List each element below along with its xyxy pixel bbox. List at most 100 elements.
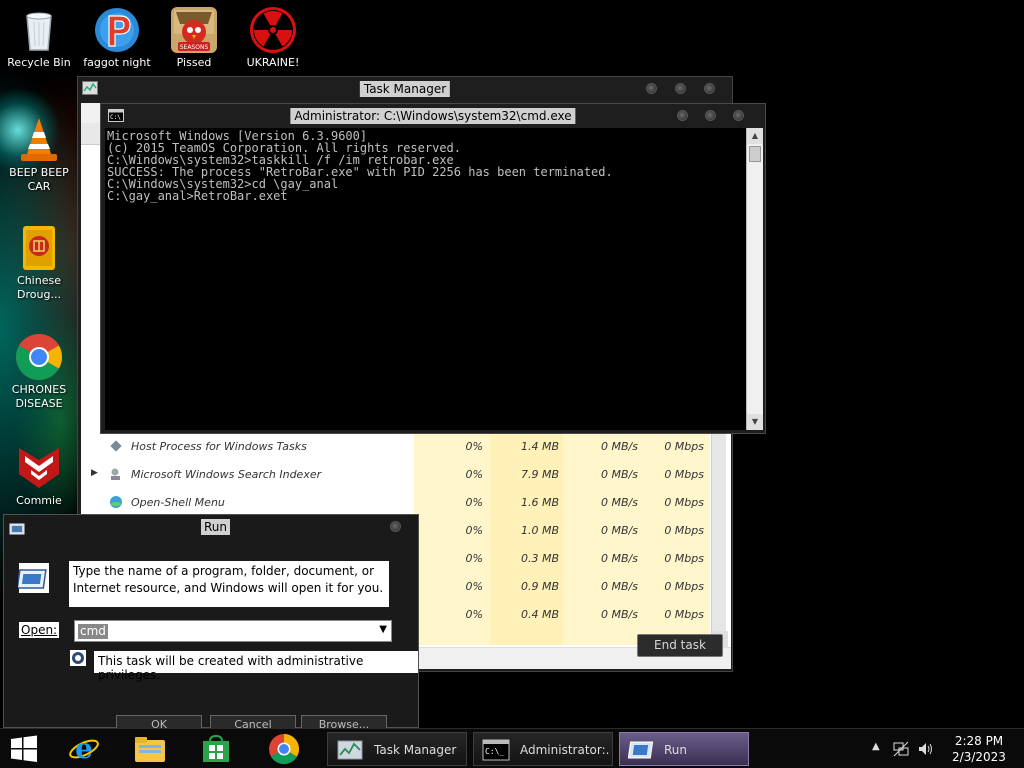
memory-cell: 0.4 MB <box>520 608 559 621</box>
network-cell: 0 Mbps <box>664 580 704 593</box>
open-combobox[interactable]: cmd ▼ <box>74 620 392 642</box>
network-cell: 0 Mbps <box>664 608 704 621</box>
disk-cell: 0 MB/s <box>601 468 638 481</box>
table-row[interactable]: Host Process for Windows Tasks 0% 1.4 MB… <box>81 433 711 461</box>
cpu-cell: 0% <box>465 496 483 509</box>
run-description: Type the name of a program, folder, docu… <box>69 561 389 607</box>
desktop-icon-recycle-bin[interactable]: Recycle Bin <box>0 6 78 70</box>
taskbar-pin-file-explorer[interactable] <box>130 733 170 765</box>
cmd-app-icon: C:\ <box>108 109 124 122</box>
taskbar-clock[interactable]: 2:28 PM 2/3/2023 <box>944 733 1014 765</box>
close-button[interactable] <box>390 521 401 532</box>
cmd-title: Administrator: C:\Windows\system32\cmd.e… <box>290 108 576 124</box>
desktop-icon-label: Pissed <box>176 56 212 69</box>
vlc-cone-icon <box>15 116 63 164</box>
tray-overflow-chevron-icon[interactable]: ▲ <box>872 741 880 768</box>
close-button[interactable] <box>704 83 715 94</box>
taskbar-pin-internet-explorer[interactable]: e <box>64 733 104 765</box>
taskbar-task-task-manager[interactable]: Task Manager <box>327 732 467 766</box>
cmd-icon: C:\_ <box>482 739 510 761</box>
desktop-icon-label: faggot night <box>83 56 151 69</box>
desktop-icon-commie[interactable]: Commie <box>0 444 78 508</box>
cpu-cell: 0% <box>465 440 483 453</box>
memory-cell: 7.9 MB <box>520 468 559 481</box>
browse-button[interactable]: Browse... <box>301 715 387 729</box>
taskbar-task-cmd[interactable]: C:\_ Administrator:... <box>473 732 613 766</box>
commie-emblem-icon <box>15 444 63 492</box>
desktop-icon-faggot-night[interactable]: faggot night <box>78 6 156 70</box>
memory-cell: 1.6 MB <box>520 496 559 509</box>
cpu-cell: 0% <box>465 608 483 621</box>
taskbar-task-label: Task Manager <box>374 743 457 757</box>
open-input-value[interactable]: cmd <box>78 624 108 639</box>
task-manager-icon <box>336 739 364 761</box>
run-icon <box>627 739 656 761</box>
run-program-icon <box>16 562 50 594</box>
cmd-scrollbar[interactable]: ▲ ▼ <box>746 128 763 430</box>
windows-logo-icon <box>11 735 37 762</box>
memory-cell: 1.4 MB <box>520 440 559 453</box>
close-button[interactable] <box>733 110 744 121</box>
process-name: Microsoft Windows Search Indexer <box>131 468 322 481</box>
memory-cell: 0.3 MB <box>520 552 559 565</box>
dropdown-arrow-icon[interactable]: ▼ <box>379 624 387 635</box>
internet-explorer-icon: e <box>69 733 99 765</box>
svg-text:SEASONS: SEASONS <box>180 44 209 51</box>
svg-text:C:\: C:\ <box>110 114 121 121</box>
run-app-icon <box>9 520 25 535</box>
process-name: Host Process for Windows Tasks <box>131 440 307 453</box>
cmd-console-output[interactable]: Microsoft Windows [Version 6.3.9600] (c) … <box>105 128 746 430</box>
network-icon[interactable] <box>893 741 909 757</box>
chrome-icon <box>269 734 300 765</box>
table-row[interactable]: ▶ Microsoft Windows Search Indexer 0% 7.… <box>81 461 711 489</box>
p-logo-icon <box>93 6 141 54</box>
desktop-icon-label: Chinese Droug... <box>17 274 61 301</box>
expand-arrow-icon[interactable]: ▶ <box>91 468 98 478</box>
run-dialog[interactable]: Run Type the name of a program, folder, … <box>3 514 419 729</box>
taskbar-pin-chrome[interactable] <box>264 733 304 765</box>
task-manager-app-icon <box>82 81 98 95</box>
cancel-button[interactable]: Cancel <box>210 715 296 729</box>
scroll-up-arrow-icon[interactable]: ▲ <box>747 128 763 144</box>
cpu-cell: 0% <box>465 580 483 593</box>
shield-icon <box>70 650 86 666</box>
cmd-window[interactable]: C:\ Administrator: C:\Windows\system32\c… <box>100 103 766 434</box>
network-cell: 0 Mbps <box>664 524 704 537</box>
taskbar-pin-store[interactable] <box>196 733 236 765</box>
desktop-icon-label: BEEP BEEP CAR <box>9 166 69 193</box>
network-cell: 0 Mbps <box>664 468 704 481</box>
maximize-button[interactable] <box>705 110 716 121</box>
minimize-button[interactable] <box>646 83 657 94</box>
disk-cell: 0 MB/s <box>601 496 638 509</box>
minimize-button[interactable] <box>677 110 688 121</box>
desktop-icon-label: Recycle Bin <box>7 56 71 69</box>
maximize-button[interactable] <box>675 83 686 94</box>
desktop-icon-beep-beep-car[interactable]: BEEP BEEP CAR <box>0 116 78 194</box>
cpu-cell: 0% <box>465 552 483 565</box>
angry-bird-seasons-icon: SEASONS <box>170 6 218 54</box>
radiation-icon <box>249 6 297 54</box>
task-manager-titlebar[interactable]: Task Manager <box>78 77 732 101</box>
taskbar-task-run[interactable]: Run <box>619 732 749 766</box>
scroll-thumb[interactable] <box>749 146 761 162</box>
disk-cell: 0 MB/s <box>601 552 638 565</box>
cmd-titlebar[interactable]: C:\ Administrator: C:\Windows\system32\c… <box>101 104 765 128</box>
volume-icon[interactable] <box>917 741 933 757</box>
desktop-icon-label: UKRAINE! <box>246 56 300 69</box>
start-button[interactable] <box>4 733 44 765</box>
desktop-icon-chrones-disease[interactable]: CHRONES DISEASE <box>0 333 78 411</box>
ok-button[interactable]: OK <box>116 715 202 729</box>
network-cell: 0 Mbps <box>664 552 704 565</box>
svg-text:e: e <box>75 733 93 765</box>
network-cell: 0 Mbps <box>664 496 704 509</box>
disk-cell: 0 MB/s <box>601 440 638 453</box>
end-task-button[interactable]: End task <box>637 634 723 657</box>
chinese-drug-box-icon <box>15 224 63 272</box>
admin-privileges-note: This task will be created with administr… <box>94 651 418 682</box>
process-list-scrollbar[interactable]: ▼ <box>711 433 728 647</box>
desktop-icon-pissed[interactable]: SEASONS Pissed <box>155 6 233 70</box>
table-row[interactable]: Open-Shell Menu 0% 1.6 MB 0 MB/s 0 Mbps <box>81 489 711 517</box>
scroll-down-arrow-icon[interactable]: ▼ <box>747 414 763 430</box>
desktop-icon-ukraine[interactable]: UKRAINE! <box>234 6 312 70</box>
desktop-icon-chinese-droug[interactable]: Chinese Droug... <box>0 224 78 302</box>
